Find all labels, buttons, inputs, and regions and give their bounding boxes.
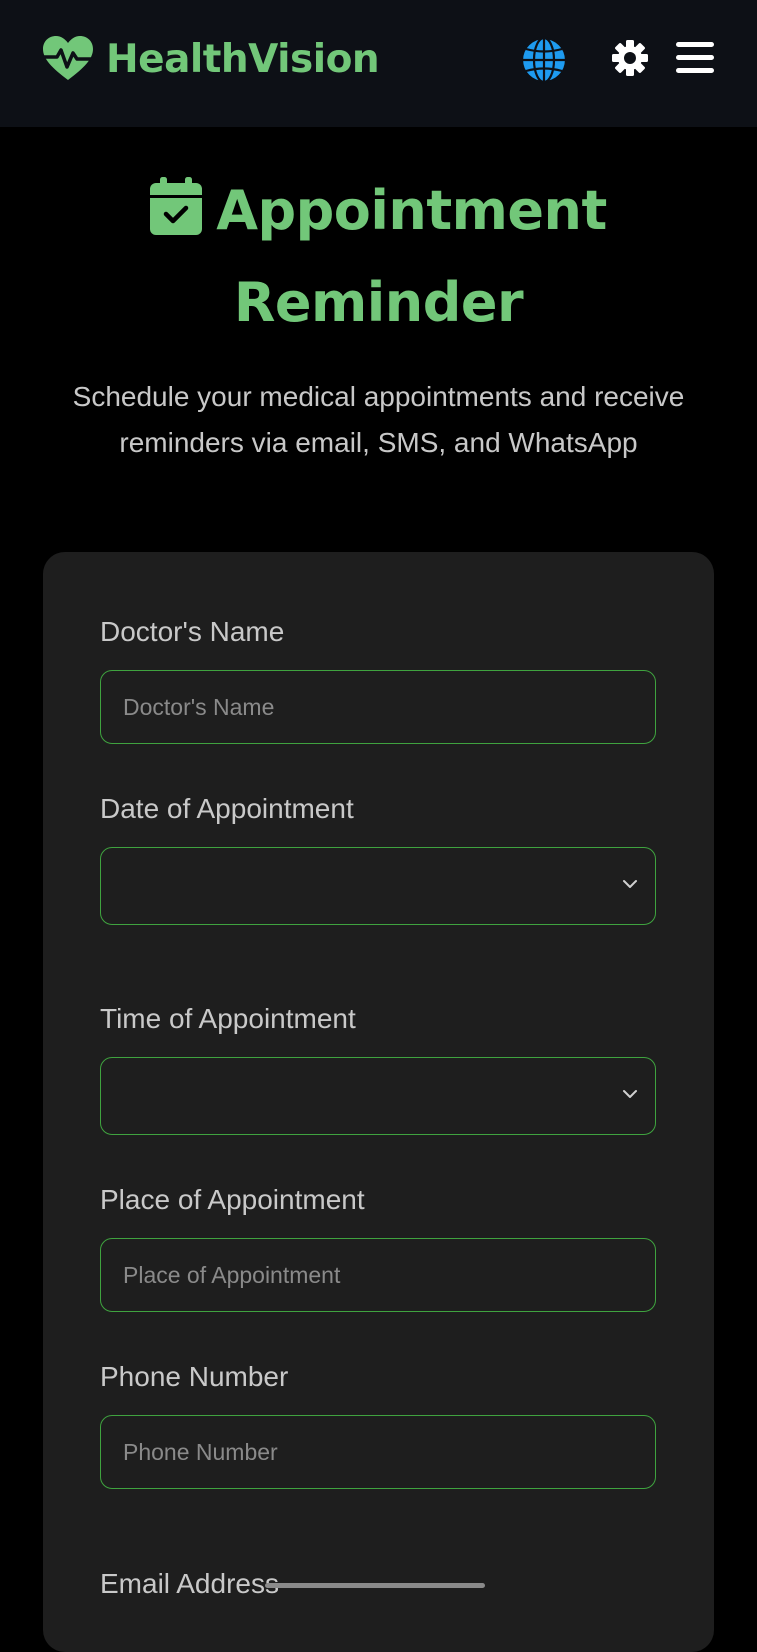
- page-subtitle: Schedule your medical appointments and r…: [72, 381, 685, 458]
- theme-toggle-button[interactable]: [610, 38, 650, 78]
- chevron-down-icon: [623, 880, 637, 888]
- brand-logo[interactable]: HealthVision: [42, 34, 380, 84]
- phone-label: Phone Number: [100, 1361, 289, 1392]
- home-indicator: [265, 1583, 485, 1588]
- email-label: Email Address: [100, 1568, 279, 1599]
- time-label: Time of Appointment: [100, 1003, 356, 1034]
- heart-pulse-icon: [42, 36, 94, 80]
- doctor-name-label: Doctor's Name: [100, 616, 285, 647]
- doctor-name-input[interactable]: [100, 670, 656, 744]
- globe-icon: [520, 36, 568, 84]
- gear-icon: [612, 40, 648, 76]
- date-label: Date of Appointment: [100, 793, 354, 824]
- hamburger-menu-icon: [676, 42, 714, 73]
- phone-input[interactable]: [100, 1415, 656, 1489]
- chevron-down-icon: [623, 1090, 637, 1098]
- menu-button[interactable]: [674, 38, 716, 78]
- calendar-check-icon: [150, 177, 203, 235]
- language-button[interactable]: [519, 35, 569, 85]
- title-line-1: Appointment: [216, 179, 607, 242]
- time-select[interactable]: [100, 1057, 656, 1135]
- brand-name: HealthVision: [106, 36, 380, 82]
- top-navbar: HealthVision: [0, 0, 757, 127]
- place-input[interactable]: [100, 1238, 656, 1312]
- date-select[interactable]: [100, 847, 656, 925]
- place-label: Place of Appointment: [100, 1184, 365, 1215]
- page-title: Appointment Reminder: [40, 165, 717, 349]
- title-line-2: Reminder: [233, 271, 524, 334]
